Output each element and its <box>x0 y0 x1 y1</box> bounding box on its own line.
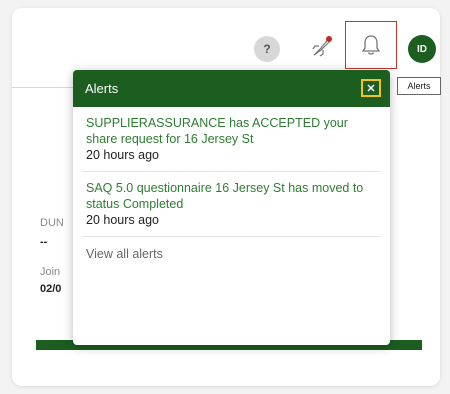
close-button[interactable]: ✕ <box>361 79 381 97</box>
alert-message[interactable]: SUPPLIERASSURANCE has ACCEPTED your shar… <box>86 115 377 147</box>
duns-value: -- <box>40 236 48 248</box>
alert-message[interactable]: SAQ 5.0 questionnaire 16 Jersey St has m… <box>86 180 377 212</box>
alerts-popup: Alerts ✕ SUPPLIERASSURANCE has ACCEPTED … <box>73 70 390 345</box>
bell-icon <box>361 35 381 55</box>
help-button[interactable]: ? <box>254 36 280 62</box>
join-label: Join <box>40 266 61 278</box>
user-avatar[interactable]: ID <box>408 35 436 63</box>
alerts-popup-title: Alerts <box>85 81 119 96</box>
alert-time: 20 hours ago <box>86 213 159 227</box>
alert-item[interactable]: SUPPLIERASSURANCE has ACCEPTED your shar… <box>82 107 381 172</box>
rocket-icon[interactable] <box>309 34 335 60</box>
duns-label: DUN <box>40 217 64 229</box>
alerts-bell-button[interactable] <box>345 21 397 69</box>
join-value: 02/0 <box>40 283 62 295</box>
alert-time: 20 hours ago <box>86 148 159 162</box>
alert-item[interactable]: SAQ 5.0 questionnaire 16 Jersey St has m… <box>82 172 381 237</box>
alerts-popup-header: Alerts ✕ <box>73 70 390 107</box>
close-icon: ✕ <box>366 82 376 95</box>
divider <box>12 87 77 88</box>
alerts-tooltip: Alerts <box>397 77 441 95</box>
view-all-alerts-link[interactable]: View all alerts <box>73 237 390 271</box>
